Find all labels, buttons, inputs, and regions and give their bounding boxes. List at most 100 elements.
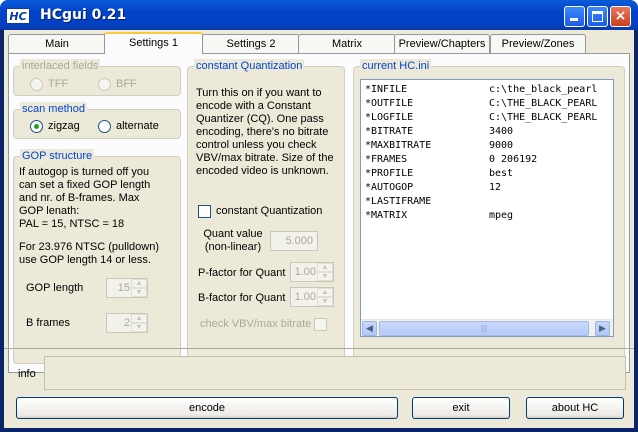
tab-settings-2[interactable]: Settings 2 xyxy=(202,34,300,54)
app-icon: HC xyxy=(6,8,30,24)
vbv-checkbox[interactable] xyxy=(314,318,327,331)
spin-down-icon[interactable]: ▼ xyxy=(131,323,147,332)
ini-key: *FRAMES xyxy=(365,154,408,165)
zigzag-radio[interactable] xyxy=(30,120,43,133)
gop-structure-title: GOP structure xyxy=(20,149,95,163)
encode-button[interactable]: encode xyxy=(16,397,398,419)
title-bar[interactable]: HC HCgui 0.21 × xyxy=(0,0,638,30)
ini-value: C:\THE_BLACK_PEARL xyxy=(489,98,598,109)
ini-row: *FRAMES 0 206192 xyxy=(365,154,537,166)
about-button[interactable]: about HC xyxy=(526,397,624,419)
ini-value: mpeg xyxy=(489,210,514,221)
gop-description: If autogop is turned off you can set a f… xyxy=(19,166,151,230)
alternate-radio[interactable] xyxy=(98,120,111,133)
scroll-left-icon[interactable]: ◀ xyxy=(362,321,377,336)
bfactor-value: 1.00 xyxy=(294,291,316,303)
constant-quantization-group: constant Quantization Turn this on if yo… xyxy=(187,59,345,364)
close-icon: × xyxy=(614,8,627,24)
ini-value: best xyxy=(489,168,514,179)
tab-preview-zones[interactable]: Preview/Zones xyxy=(490,34,586,54)
ini-text-box[interactable]: *INFILE c:\the_black_pearl *OUTFILE C:\THE_… xyxy=(360,79,614,337)
window-title: HCgui 0.21 xyxy=(40,7,127,23)
scroll-thumb[interactable]: ||| xyxy=(379,321,589,336)
exit-button[interactable]: exit xyxy=(412,397,510,419)
tab-main[interactable]: Main xyxy=(8,34,106,54)
scroll-right-icon[interactable]: ▶ xyxy=(595,321,610,336)
info-box xyxy=(44,356,626,390)
tff-radio[interactable] xyxy=(30,78,43,91)
maximize-button[interactable] xyxy=(587,6,608,27)
close-button[interactable]: × xyxy=(610,6,631,27)
ini-key: *MAXBITRATE xyxy=(365,140,432,151)
ini-row: *LASTIFRAME xyxy=(365,196,489,208)
current-ini-group: current HC.ini *INFILE c:\the_black_pearl… xyxy=(353,59,625,364)
interlaced-fields-title: interlaced fields xyxy=(20,59,101,73)
ini-key: *LASTIFRAME xyxy=(365,196,432,207)
tab-preview-chapters[interactable]: Preview/Chapters xyxy=(394,34,490,54)
spin-up-icon[interactable]: ▲ xyxy=(317,288,333,297)
ini-key: *OUTFILE xyxy=(365,98,414,109)
gop-length-value: 15 xyxy=(117,282,130,294)
gop-structure-group: GOP structure If autogop is turned off y… xyxy=(13,149,181,364)
ini-row: *OUTFILE C:\THE_BLACK_PEARL xyxy=(365,98,597,110)
maximize-icon xyxy=(592,11,603,22)
ini-row: *LOGFILE C:\THE_BLACK_PEARL xyxy=(365,112,597,124)
ini-key: *BITRATE xyxy=(365,126,414,137)
gop-length-spinner[interactable]: 15 ▲ ▼ xyxy=(106,278,148,298)
tab-matrix[interactable]: Matrix xyxy=(298,34,396,54)
horizontal-scrollbar[interactable]: ◀ ||| ▶ xyxy=(361,319,613,336)
spin-up-icon[interactable]: ▲ xyxy=(131,314,147,323)
ini-value: 0 206192 xyxy=(489,154,538,165)
settings-1-page: interlaced fields TFF BFF scan method zi… xyxy=(8,53,630,373)
bfactor-label: B-factor for Quant xyxy=(198,292,286,304)
scan-method-group: scan method zigzag alternate xyxy=(13,102,181,139)
ini-row: *PROFILE best xyxy=(365,168,513,180)
scan-method-title: scan method xyxy=(20,102,87,116)
app-window: HC HCgui 0.21 × Main Settings 1 Settings… xyxy=(0,0,638,432)
b-frames-label: B frames xyxy=(26,317,71,329)
info-label: info xyxy=(18,368,36,380)
interlaced-fields-group: interlaced fields TFF BFF xyxy=(13,59,181,96)
alternate-label: alternate xyxy=(116,120,159,132)
ini-key: *INFILE xyxy=(365,84,408,95)
gop-note: For 23.976 NTSC (pulldown) use GOP lengt… xyxy=(19,241,160,266)
quant-value-label: Quant value (non-linear) xyxy=(203,228,263,253)
pfactor-label: P-factor for Quant xyxy=(198,267,286,279)
bff-label: BFF xyxy=(116,78,137,90)
tff-label: TFF xyxy=(48,78,69,90)
bfactor-spinner[interactable]: 1.00 ▲ ▼ xyxy=(290,287,334,307)
ini-row: *MATRIX mpeg xyxy=(365,210,513,222)
ini-key: *PROFILE xyxy=(365,168,414,179)
pfactor-value: 1.00 xyxy=(294,266,316,278)
cq-description: Turn this on if you want to encode with … xyxy=(196,87,334,177)
ini-key: *MATRIX xyxy=(365,210,408,221)
ini-value: C:\THE_BLACK_PEARL xyxy=(489,112,598,123)
ini-value: 3400 xyxy=(489,126,514,137)
ini-value: 12 xyxy=(489,182,502,193)
quant-value-field[interactable]: 5.000 xyxy=(270,231,318,251)
cq-title: constant Quantization xyxy=(194,59,305,73)
pfactor-spinner[interactable]: 1.00 ▲ ▼ xyxy=(290,262,334,282)
bff-radio[interactable] xyxy=(98,78,111,91)
divider xyxy=(4,348,634,349)
ini-row: *BITRATE 3400 xyxy=(365,126,513,138)
ini-key: *LOGFILE xyxy=(365,112,414,123)
spin-down-icon[interactable]: ▼ xyxy=(131,288,147,297)
spin-up-icon[interactable]: ▲ xyxy=(131,279,147,288)
b-frames-value: 2 xyxy=(123,317,130,329)
b-frames-spinner[interactable]: 2 ▲ ▼ xyxy=(106,313,148,333)
cq-checkbox-label: constant Quantization xyxy=(216,205,323,217)
ini-row: *INFILE c:\the_black_pearl xyxy=(365,84,597,96)
ini-key: *AUTOGOP xyxy=(365,182,414,193)
spin-down-icon[interactable]: ▼ xyxy=(317,272,333,281)
minimize-icon xyxy=(570,18,578,21)
cq-checkbox[interactable] xyxy=(198,205,211,218)
minimize-button[interactable] xyxy=(564,6,585,27)
ini-row: *AUTOGOP 12 xyxy=(365,182,501,194)
ini-title: current HC.ini xyxy=(360,59,432,73)
spin-down-icon[interactable]: ▼ xyxy=(317,297,333,306)
ini-value: 9000 xyxy=(489,140,514,151)
ini-row: *MAXBITRATE 9000 xyxy=(365,140,513,152)
tab-settings-1[interactable]: Settings 1 xyxy=(104,32,203,54)
spin-up-icon[interactable]: ▲ xyxy=(317,263,333,272)
